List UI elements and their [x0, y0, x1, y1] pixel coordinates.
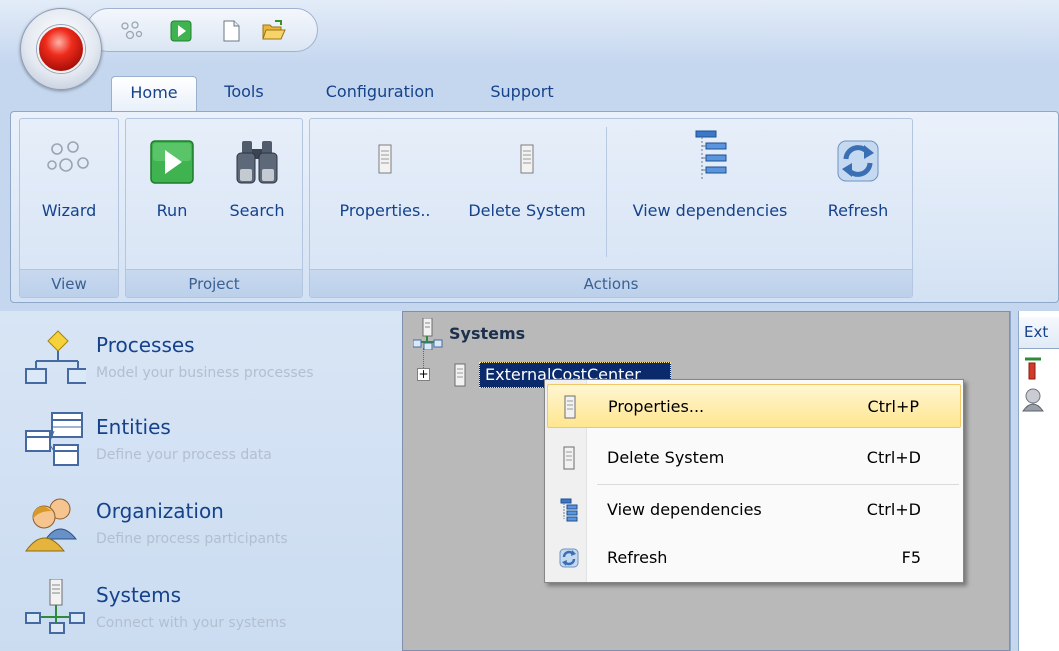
context-menu: Properties... Ctrl+P Delete System Ctrl+…	[544, 379, 964, 583]
entities-icon	[24, 411, 86, 473]
context-menu-shortcut: Ctrl+D	[866, 448, 921, 467]
organization-icon	[24, 495, 86, 557]
delete-system-button-label: Delete System	[468, 201, 586, 220]
binoculars-icon	[235, 139, 279, 189]
tab-configuration[interactable]: Configuration	[300, 76, 460, 112]
right-pane: Ext	[1018, 311, 1059, 651]
ribbon-separator	[606, 127, 607, 257]
ribbon-group-view: Wizard View	[19, 118, 119, 298]
nav-description: Define process participants	[96, 531, 288, 547]
new-document-icon[interactable]	[219, 19, 243, 43]
quick-access-toolbar	[86, 8, 318, 52]
dependency-tree-icon	[690, 130, 730, 189]
nav-item-organization[interactable]: Organization Define process participants	[12, 495, 402, 573]
ribbon: Wizard View Run Search Project Propertie…	[10, 111, 1059, 303]
tab-support[interactable]: Support	[470, 76, 574, 112]
nav-description: Model your business processes	[96, 365, 314, 381]
context-menu-separator	[597, 484, 959, 485]
server-icon	[560, 395, 580, 419]
run-icon[interactable]	[169, 19, 193, 43]
tab-tools[interactable]: Tools	[208, 76, 280, 112]
right-pane-tab[interactable]: Ext	[1019, 317, 1059, 349]
wizard-icon	[47, 139, 91, 183]
properties-button-label: Properties..	[339, 201, 431, 220]
context-menu-shortcut: Ctrl+P	[867, 397, 919, 416]
systems-icon	[412, 317, 443, 354]
dependency-icon	[1021, 355, 1045, 381]
refresh-icon	[559, 546, 579, 570]
run-button[interactable]: Run	[132, 129, 212, 239]
tree-root-systems[interactable]: Systems	[412, 317, 713, 354]
nav-item-entities[interactable]: Entities Define your process data	[12, 411, 402, 489]
nav-item-processes[interactable]: Processes Model your business processes	[12, 329, 402, 407]
refresh-icon	[836, 139, 880, 187]
context-menu-label: Properties...	[608, 397, 705, 416]
context-menu-item-view-dependencies[interactable]: View dependencies Ctrl+D	[547, 488, 961, 532]
ribbon-group-project: Run Search Project	[125, 118, 303, 298]
server-icon	[519, 139, 535, 183]
properties-button[interactable]: Properties..	[320, 129, 450, 239]
context-menu-label: Delete System	[607, 448, 725, 467]
view-dependencies-button[interactable]: View dependencies	[612, 129, 808, 239]
processes-icon	[24, 329, 89, 391]
run-icon	[149, 139, 195, 189]
context-menu-item-delete-system[interactable]: Delete System Ctrl+D	[547, 436, 961, 480]
nav-title: Systems	[96, 583, 181, 607]
view-dependencies-button-label: View dependencies	[632, 201, 788, 220]
context-menu-item-refresh[interactable]: Refresh F5	[547, 536, 961, 580]
nav-title: Organization	[96, 499, 224, 523]
context-menu-label: Refresh	[607, 548, 668, 567]
server-icon	[377, 139, 393, 183]
tree-connector	[423, 348, 424, 368]
nav-title: Processes	[96, 333, 195, 357]
group-label-project: Project	[126, 269, 302, 297]
nav-description: Connect with your systems	[96, 615, 287, 631]
ribbon-group-actions: Properties.. Delete System View dependen…	[309, 118, 913, 298]
dependency-tree-icon	[559, 498, 579, 522]
wizard-icon[interactable]	[119, 19, 143, 43]
refresh-button[interactable]: Refresh	[814, 129, 902, 239]
group-label-actions: Actions	[310, 269, 912, 297]
group-label-view: View	[20, 269, 118, 297]
context-menu-shortcut: Ctrl+D	[866, 500, 921, 519]
systems-icon	[24, 578, 86, 641]
context-menu-item-properties[interactable]: Properties... Ctrl+P	[547, 384, 961, 428]
nav-description: Define your process data	[96, 447, 272, 463]
pane-splitter[interactable]	[1010, 311, 1018, 651]
user-icon	[1021, 387, 1045, 413]
tree-root-label: Systems	[449, 324, 526, 343]
expand-icon[interactable]: +	[417, 368, 430, 381]
record-icon	[37, 25, 85, 73]
open-folder-icon[interactable]	[261, 19, 286, 43]
ribbon-tabs: Home Tools Configuration Support	[0, 62, 1059, 112]
search-button-label: Search	[229, 201, 285, 220]
run-button-label: Run	[156, 201, 188, 220]
tab-home[interactable]: Home	[111, 76, 197, 112]
server-icon	[453, 362, 467, 392]
nav-item-systems[interactable]: Systems Connect with your systems	[12, 578, 402, 651]
navigation-panel: Processes Model your business processes …	[0, 311, 402, 651]
search-button[interactable]: Search	[218, 129, 296, 239]
refresh-button-label: Refresh	[827, 201, 889, 220]
context-menu-label: View dependencies	[607, 500, 762, 519]
title-bar	[0, 0, 1059, 62]
wizard-button[interactable]: Wizard	[24, 129, 114, 239]
context-menu-shortcut: F5	[901, 548, 921, 567]
server-icon	[559, 446, 579, 470]
wizard-button-label: Wizard	[41, 201, 97, 220]
nav-title: Entities	[96, 415, 171, 439]
delete-system-button[interactable]: Delete System	[454, 129, 600, 239]
application-menu-button[interactable]	[20, 8, 102, 90]
